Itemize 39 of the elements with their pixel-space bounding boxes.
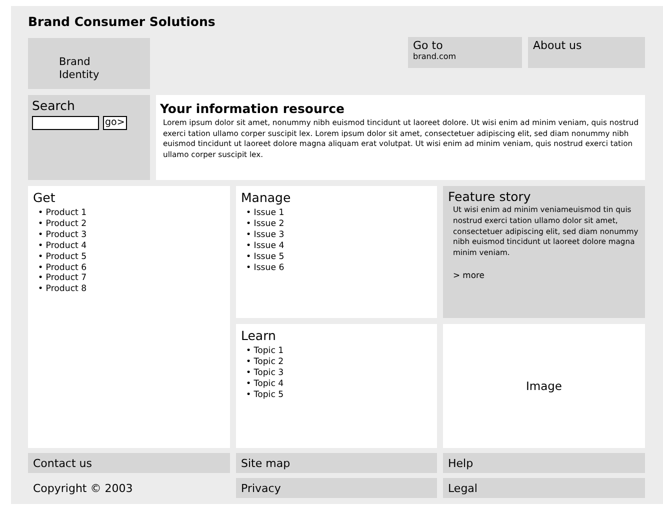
section-heading: Learn [241, 328, 276, 343]
list-link[interactable]: • Issue 6 [246, 262, 284, 274]
list-link[interactable]: • Product 2 [38, 218, 87, 230]
list-link[interactable]: • Topic 3 [246, 368, 284, 379]
search-label: Search [32, 98, 75, 113]
nav-link[interactable]: Go to brand.com [408, 37, 522, 68]
list-link[interactable]: • Topic 1 [246, 346, 284, 357]
brand-logo[interactable]: Brand Identity [28, 38, 150, 89]
go-button[interactable]: go> [103, 116, 127, 130]
list-link[interactable]: • Product 1 [38, 208, 87, 219]
copyright-text: Copyright © 2003 [32, 480, 134, 496]
list-link[interactable]: • Topic 4 [246, 378, 284, 390]
site-title: Brand Consumer Solutions [28, 14, 216, 29]
list-link[interactable]: • Product 6 [38, 262, 87, 274]
search-field[interactable] [32, 116, 99, 130]
list-link[interactable]: • Issue 5 [246, 252, 284, 263]
list-link[interactable]: • Product 5 [38, 252, 87, 263]
footer-link[interactable]: Privacy [236, 478, 437, 498]
more-link[interactable]: > more [453, 270, 484, 280]
nav-link[interactable]: About us [528, 37, 645, 68]
list-link[interactable]: • Product 4 [38, 240, 87, 252]
list-link[interactable]: • Product 8 [38, 284, 87, 296]
list-link[interactable]: • Product 7 [38, 273, 87, 284]
list-link[interactable]: • Product 3 [38, 230, 87, 241]
feature-heading: Feature story [448, 189, 531, 204]
list-link[interactable]: • Issue 3 [246, 230, 284, 241]
footer-link[interactable]: Site map [236, 453, 437, 473]
list-link[interactable]: • Topic 2 [246, 356, 284, 368]
footer-link[interactable]: Legal [443, 478, 645, 498]
list-link[interactable]: • Issue 2 [246, 218, 284, 230]
footer-link[interactable]: Help [443, 453, 645, 473]
intro-heading: Your information resource [160, 101, 344, 116]
section-heading: Get [33, 190, 56, 205]
list-link[interactable]: • Issue 4 [246, 240, 284, 252]
list-link[interactable]: • Topic 5 [246, 390, 284, 401]
list-link[interactable]: • Issue 1 [246, 208, 284, 219]
image-label: Image [526, 379, 562, 393]
footer-link[interactable]: Contact us [28, 453, 230, 473]
section-heading: Manage [241, 190, 291, 205]
